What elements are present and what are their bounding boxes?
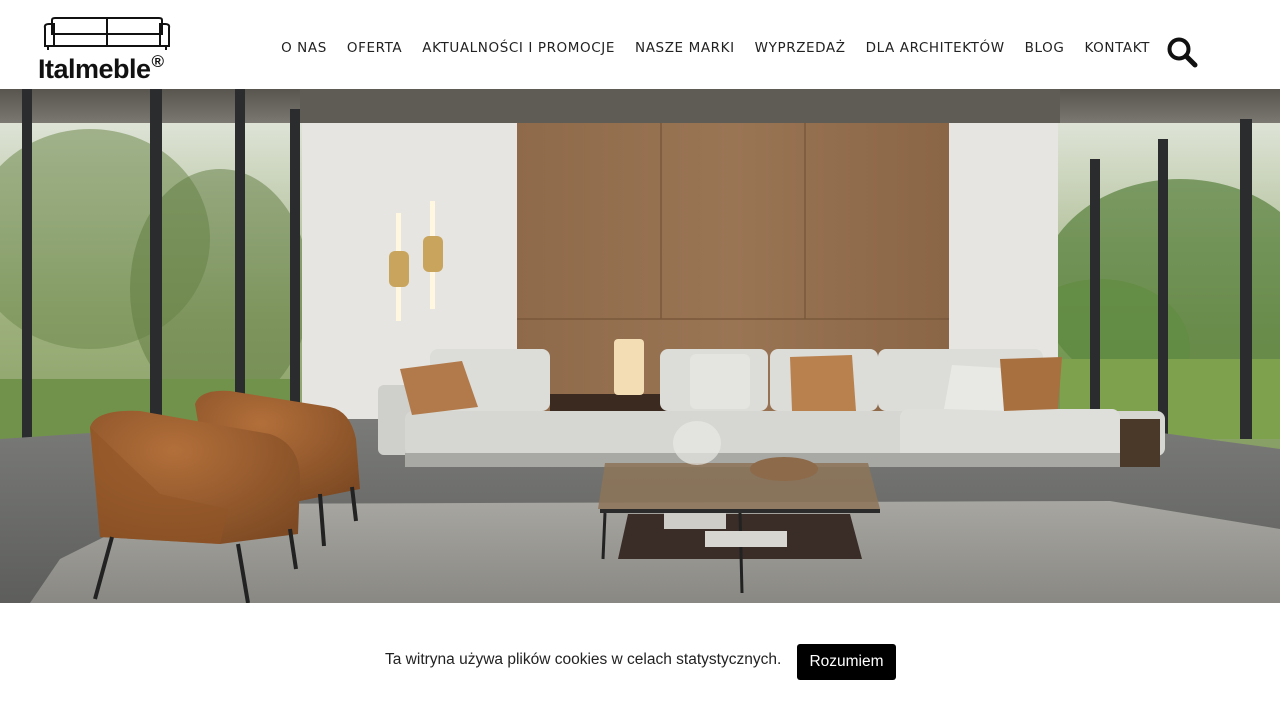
nav-item-o-nas[interactable]: O NAS (281, 40, 327, 56)
living-room-photo (0, 89, 1280, 603)
nav-item-kontakt[interactable]: KONTAKT (1084, 40, 1150, 56)
nav-item-nasze-marki[interactable]: NASZE MARKI (635, 40, 735, 56)
logo[interactable]: Italmeble® (38, 14, 198, 84)
hero-banner (0, 89, 1280, 603)
nav-item-oferta[interactable]: OFERTA (347, 40, 402, 56)
site-header: Italmeble® O NAS OFERTA AKTUALNOŚCI I PR… (0, 0, 1280, 89)
nav-item-wyprzedaz[interactable]: WYPRZEDAŻ (755, 40, 846, 56)
cookie-message: Ta witryna używa plików cookies w celach… (385, 651, 782, 668)
main-nav: O NAS OFERTA AKTUALNOŚCI I PROMOCJE NASZ… (261, 40, 1150, 56)
search-icon[interactable] (1166, 36, 1198, 68)
nav-item-aktualnosci[interactable]: AKTUALNOŚCI I PROMOCJE (422, 40, 615, 56)
nav-item-blog[interactable]: BLOG (1025, 40, 1065, 56)
logo-text: Italmeble® (38, 52, 164, 84)
sofa-logo-icon (43, 17, 171, 50)
nav-item-dla-architektow[interactable]: DLA ARCHITEKTÓW (866, 40, 1005, 56)
accept-cookies-button[interactable]: Rozumiem (797, 644, 896, 680)
